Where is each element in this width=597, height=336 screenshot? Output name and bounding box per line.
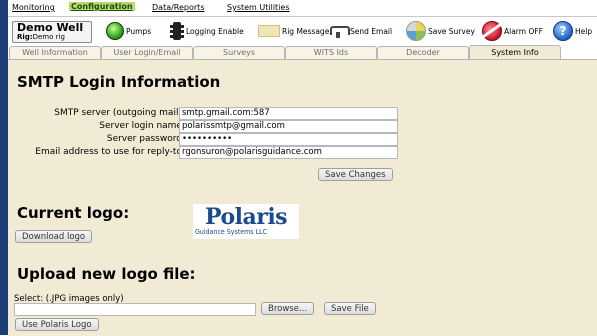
pump-icon [106, 22, 124, 40]
smtp-server-input[interactable] [179, 107, 398, 120]
rig-name: Rig:Demo rig [17, 33, 65, 41]
server-password-input[interactable] [179, 133, 398, 146]
logo-wordmark: Polaris [205, 204, 288, 230]
current-logo-heading: Current logo: [17, 204, 130, 222]
server-login-label: Server login name: [99, 121, 185, 131]
browse-button[interactable]: Browse... [261, 302, 315, 315]
reply-to-label: Email address to use for reply-to: [35, 147, 185, 157]
alarm-off-button[interactable]: Alarm OFF [482, 20, 543, 42]
server-login-input[interactable] [179, 120, 398, 133]
rig-info-box: Demo Well Rig:Demo rig [12, 21, 92, 43]
smtp-server-label: SMTP server (outgoing mail): [54, 108, 185, 118]
menu-monitoring[interactable]: Monitoring [12, 3, 55, 12]
alarm-off-icon [482, 21, 502, 41]
tab-decoder[interactable]: Decoder [377, 46, 469, 59]
pumps-button[interactable]: Pumps [106, 20, 151, 42]
menu-configuration[interactable]: Configuration [69, 2, 135, 11]
use-polaris-logo-button[interactable]: Use Polaris Logo [15, 318, 99, 331]
traffic-light-icon [170, 22, 184, 40]
tab-wits-ids[interactable]: WITS Ids [285, 46, 377, 59]
save-file-button[interactable]: Save File [324, 302, 376, 315]
current-logo-image: Polaris Guidance Systems LLC [193, 204, 299, 239]
smtp-heading: SMTP Login Information [17, 73, 221, 91]
save-survey-button[interactable]: Save Survey [406, 20, 475, 42]
email-tower-icon [328, 24, 350, 38]
survey-icon [406, 21, 426, 41]
help-button[interactable]: ? Help [553, 20, 592, 42]
tab-bar: Well Information User Login/Email Survey… [8, 45, 597, 60]
logging-enable-button[interactable]: Logging Enable [170, 20, 244, 42]
logo-tagline: Guidance Systems LLC [195, 228, 267, 236]
menu-data-reports[interactable]: Data/Reports [152, 3, 204, 12]
tab-system-info[interactable]: System Info [469, 45, 561, 60]
server-password-label: Server password: [106, 134, 185, 144]
tab-surveys[interactable]: Surveys [193, 46, 285, 59]
rig-message-button[interactable]: Rig Message [258, 20, 329, 42]
top-menu: Monitoring Configuration Data/Reports Sy… [8, 0, 597, 17]
toolbar: Demo Well Rig:Demo rig Pumps Logging Ena… [8, 17, 597, 44]
save-changes-button[interactable]: Save Changes [318, 168, 393, 181]
tab-user-login-email[interactable]: User Login/Email [101, 46, 193, 59]
help-icon: ? [553, 21, 573, 41]
send-email-button[interactable]: Send Email [328, 20, 392, 42]
message-note-icon [258, 25, 280, 37]
download-logo-button[interactable]: Download logo [15, 230, 93, 243]
reply-to-input[interactable] [179, 146, 398, 159]
menu-system-utilities[interactable]: System Utilities [227, 3, 289, 12]
upload-logo-heading: Upload new logo file: [17, 265, 196, 283]
file-path-field[interactable] [14, 303, 256, 316]
window-frame [0, 0, 8, 335]
tab-well-information[interactable]: Well Information [9, 46, 101, 59]
system-info-panel: SMTP Login Information SMTP server (outg… [8, 59, 597, 336]
